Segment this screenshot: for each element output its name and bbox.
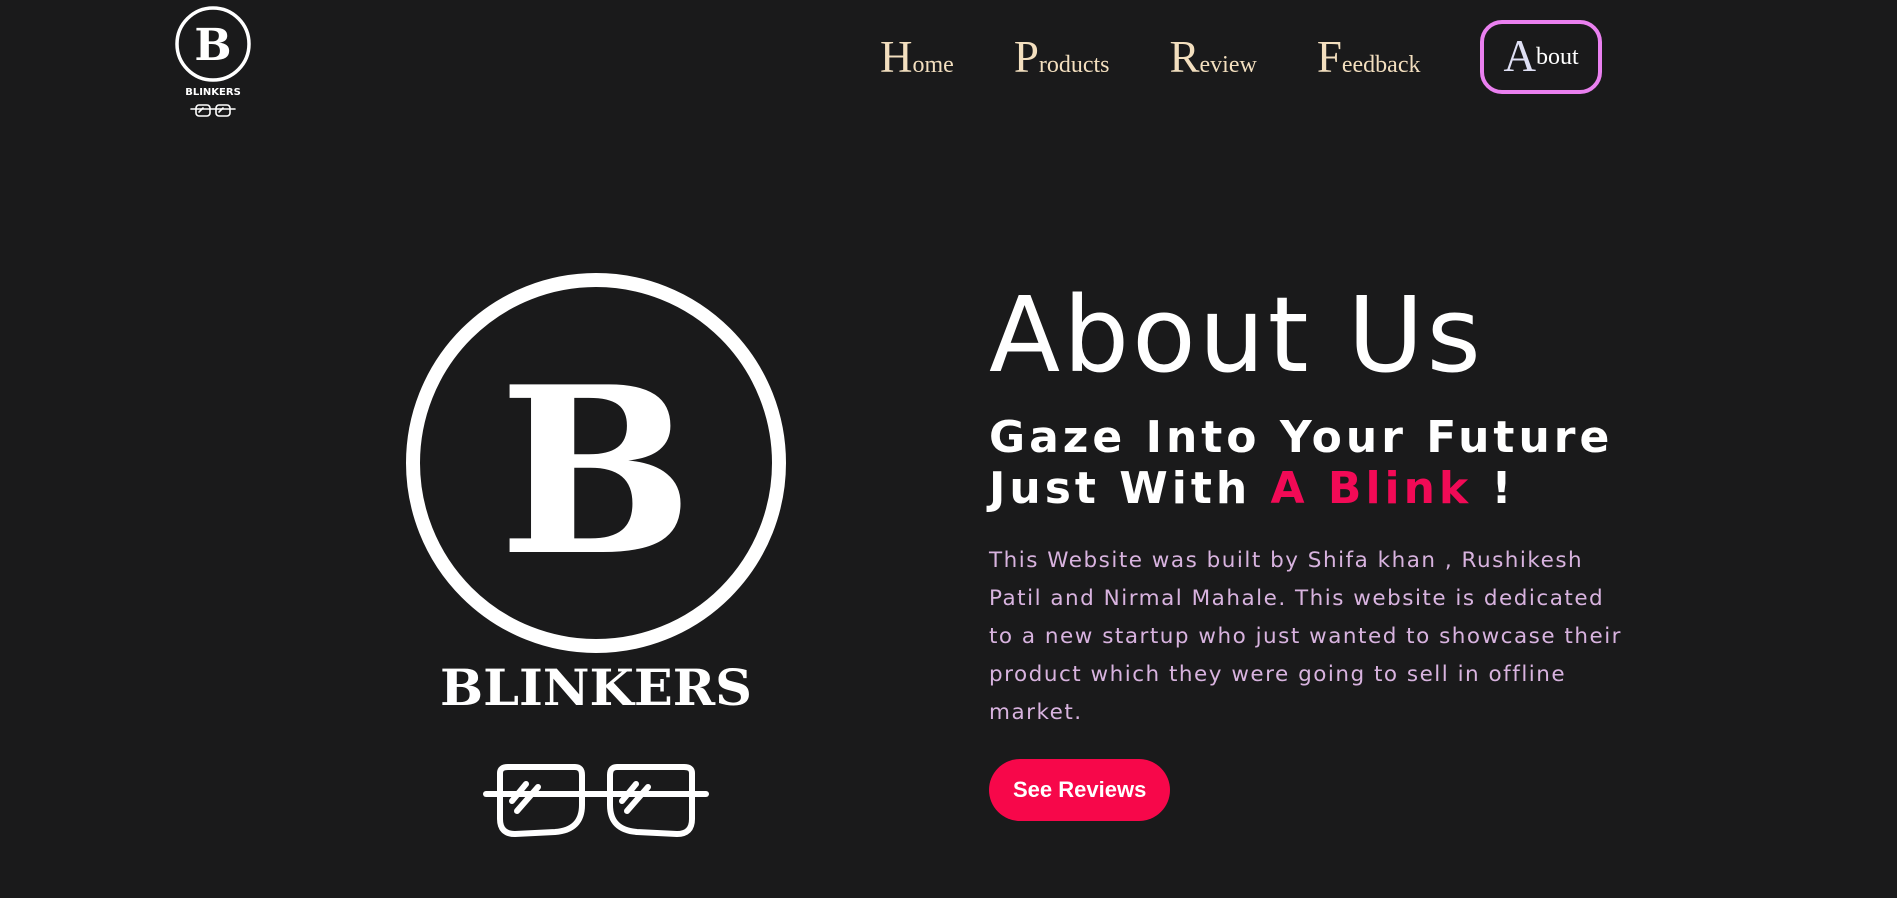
nav-home[interactable]: Home: [880, 34, 954, 80]
tagline-line1: Gaze Into Your Future: [989, 412, 1614, 464]
nav-about[interactable]: About: [1480, 20, 1602, 94]
about-content: About Us Gaze Into Your Future Just With…: [989, 274, 1649, 822]
nav-review[interactable]: Review: [1170, 34, 1257, 80]
nav-feedback[interactable]: Feedback: [1317, 34, 1421, 80]
logo-wordmark: BLINKERS: [440, 658, 752, 717]
tagline: Gaze Into Your Future Just With A Blink …: [989, 412, 1649, 514]
about-description: This Website was built by Shifa khan , R…: [989, 548, 1623, 726]
about-page: B BLINKERS Home Products Review Feedback…: [0, 0, 1897, 898]
header-logo[interactable]: B BLINKERS: [172, 4, 254, 122]
logo-letter: B: [499, 337, 693, 607]
tagline-suffix: !: [1472, 463, 1516, 515]
tagline-highlight: A Blink: [1270, 463, 1473, 515]
see-reviews-button[interactable]: See Reviews: [989, 759, 1171, 822]
nav-products[interactable]: Products: [1014, 34, 1110, 80]
main-nav: Home Products Review Feedback About: [880, 20, 1602, 94]
tagline-line2-prefix: Just With: [989, 463, 1271, 515]
sunglasses-icon: [190, 104, 236, 117]
logo-wordmark: BLINKERS: [185, 87, 241, 98]
logo-letter: B: [194, 20, 231, 71]
blinkers-logo: B BLINKERS: [406, 273, 786, 837]
page-title: About Us: [989, 274, 1484, 396]
sunglasses-icon: [483, 764, 709, 837]
